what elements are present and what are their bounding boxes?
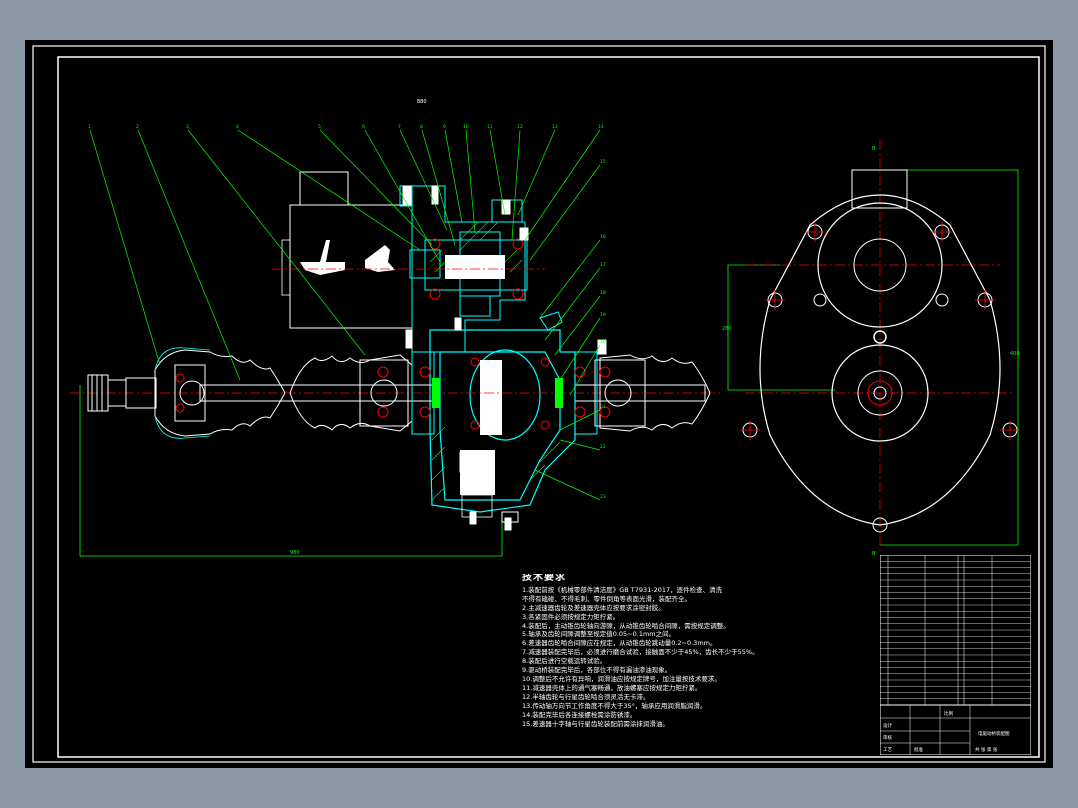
tb-scale: 比例 (944, 710, 953, 717)
technical-requirements: 技术要求 1.装配前按《机械零部件清洁度》GB T7931-2017，逐件检查、… (522, 574, 872, 728)
balloon-22: 22 (600, 444, 606, 450)
diff-gear-bottom (461, 494, 493, 518)
side-dim-text2: 280 (722, 326, 732, 332)
tb-designer: 设计 (883, 722, 892, 729)
balloon-14: 14 (598, 124, 604, 130)
note-line: 10.调整后不允许有异响，润滑油应按规定牌号，加注量按技术要求。 (522, 674, 721, 683)
drawing-sheet: 980 880 1 2 3 4 5 6 7 8 9 10 11 12 13 14… (25, 40, 1053, 768)
balloon-2: 2 (136, 124, 139, 130)
balloon-16: 16 (600, 234, 606, 240)
note-line: 15.差速器十字轴与行星齿轮装配前需涂抹润滑油。 (522, 719, 669, 728)
title-grid (880, 705, 1031, 755)
balloon-19: 19 (600, 312, 606, 318)
tb-process: 工艺 (883, 747, 892, 753)
balloon-20: 20 (600, 339, 606, 345)
diff-hatching (431, 426, 561, 501)
balloon-18: 18 (600, 290, 606, 296)
motor-side (281, 239, 291, 296)
dim-bottom-text: 980 (290, 550, 300, 556)
note-line: 5.轴承及齿轮间隙调整至规定值0.05~0.1mm之间。 (522, 630, 676, 639)
balloon-23: 23 (600, 494, 606, 500)
gear-shaft (445, 255, 505, 279)
leader-lines (89, 129, 601, 501)
note-line: 13.传动轴万向节工作角度不得大于35°，轴承应用润滑脂润滑。 (522, 701, 707, 710)
balloon-11: 11 (487, 124, 493, 130)
note-line: 3.各紧固件必须按规定力矩拧紧。 (522, 612, 620, 621)
balloon-13: 13 (552, 124, 558, 130)
title-block: 电驱动桥装配图 比例 共 张 第 张 设计 审核 工艺 批准 (880, 555, 1031, 755)
note-line: 14.装配完毕后各连接螺栓需涂防锈漆。 (522, 710, 637, 719)
side-dim-right (880, 169, 1019, 546)
balloon-17: 17 (600, 262, 606, 268)
tb-approve: 批准 (914, 746, 923, 753)
tb-sheet: 共 张 第 张 (975, 746, 998, 753)
side-dim-left (727, 264, 835, 391)
balloon-8: 8 (420, 124, 423, 130)
note-line: 不得有磕碰、不得毛刺、零件倒角等表面光滑，装配齐全。 (522, 594, 691, 603)
front-section-view: 980 880 1 2 3 4 5 6 7 8 9 10 11 12 13 14… (70, 99, 720, 557)
balloon-5: 5 (318, 124, 321, 130)
note-line: 6.差速器齿轮啮合间隙应在规定，从动锥齿轮跳动量0.2~0.3mm。 (522, 639, 717, 648)
motor-top (299, 171, 349, 206)
ring-gear-white (480, 360, 502, 435)
breather-plug (539, 311, 563, 331)
tb-title: 电驱动桥装配图 (978, 730, 1010, 737)
section-mark-bottom: B' (872, 551, 877, 557)
note-line: 7.减速器装配完毕后，必须进行磨合试验，接触面不少于45%，齿长不少于55%。 (522, 648, 759, 657)
balloon-12: 12 (517, 124, 523, 130)
differential-housing (429, 329, 576, 513)
side-view: 400 280 B B' (722, 140, 1020, 557)
dimension-bottom (79, 385, 503, 557)
tb-checker: 审核 (883, 734, 892, 741)
motor-slot-1 (300, 240, 345, 275)
motor-slot-2 (365, 245, 395, 272)
balloon-3: 3 (186, 124, 189, 130)
balloon-1: 1 (88, 124, 91, 130)
balloon-6: 6 (362, 124, 365, 130)
note-line: 4.装配后，主动锥齿轮轴向游隙，从动锥齿轮啮合间隙，需按规定调整。 (522, 621, 730, 630)
side-dim-text: 400 (1010, 351, 1020, 357)
side-motor-top (851, 169, 908, 209)
note-line: 9.驱动桥装配完毕后，各部位不得有漏油渗油现象。 (522, 666, 672, 675)
note-line: 1.装配前按《机械零部件清洁度》GB T7931-2017，逐件检查、清洗 (522, 585, 723, 594)
top-label: 880 (417, 99, 427, 105)
note-line: 12.半轴齿轮与行星齿轮啮合须灵活无卡滞。 (522, 692, 650, 701)
balloon-21: 21 (600, 404, 606, 410)
note-line: 11.减速器壳体上的通气塞畅通，放油螺塞应按规定力矩拧紧。 (522, 683, 702, 692)
parts-list-rows (880, 561, 1031, 699)
notes-title: 技术要求 (522, 574, 566, 583)
balloon-9: 9 (443, 124, 446, 130)
balloon-15: 15 (600, 159, 606, 165)
balloon-7: 7 (398, 124, 401, 130)
balloon-labels: 1 2 3 4 5 6 7 8 9 10 11 12 13 14 15 16 1… (88, 124, 606, 500)
balloon-10: 10 (463, 124, 469, 130)
note-line: 8.装配后进行空载运转试验。 (522, 657, 607, 666)
note-line: 2.主减速器齿轮及差速器壳体应按要求涂密封胶。 (522, 603, 665, 612)
section-mark-top: B (872, 146, 876, 152)
balloon-4: 4 (236, 124, 239, 130)
